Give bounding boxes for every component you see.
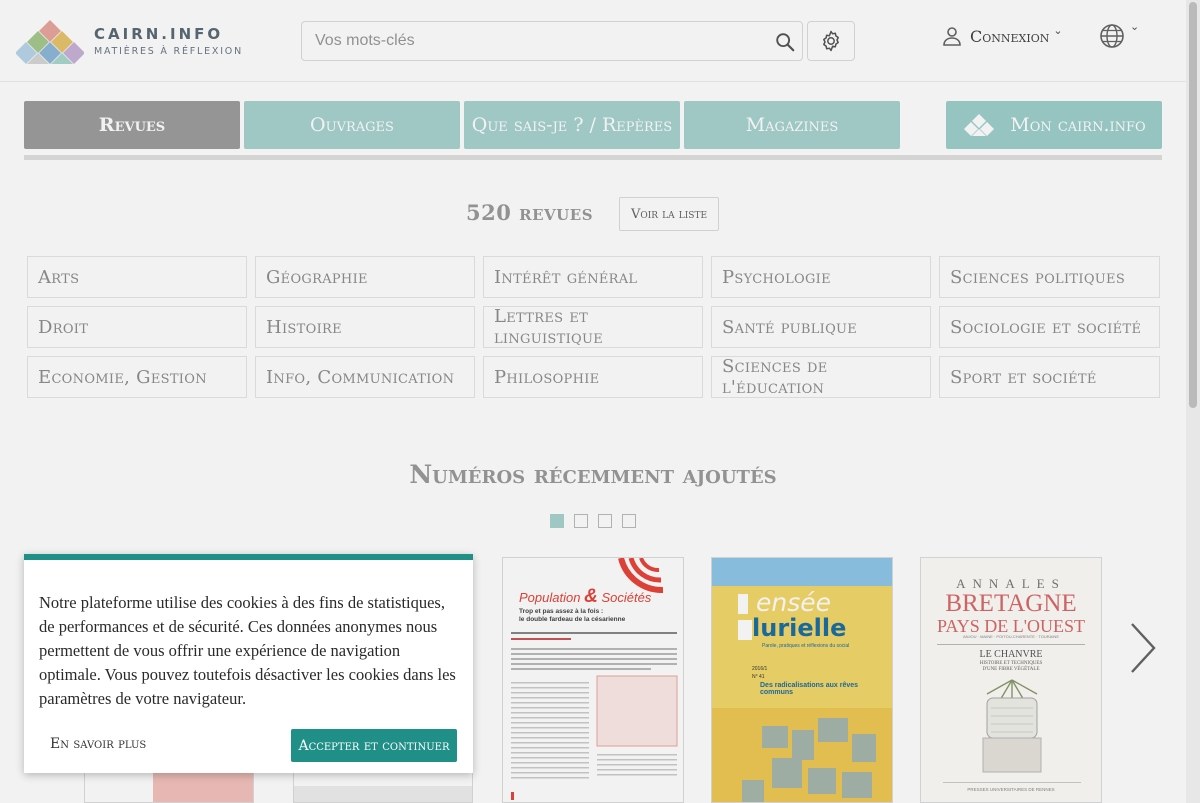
cookie-learn-more-link[interactable]: En savoir plus: [50, 736, 146, 752]
cookie-accept-button[interactable]: Accepter et continuer: [291, 729, 457, 762]
cookie-banner: Notre plateforme utilise des cookies à d…: [24, 554, 473, 773]
cookie-text: Notre plateforme utilise des cookies à d…: [39, 593, 456, 708]
